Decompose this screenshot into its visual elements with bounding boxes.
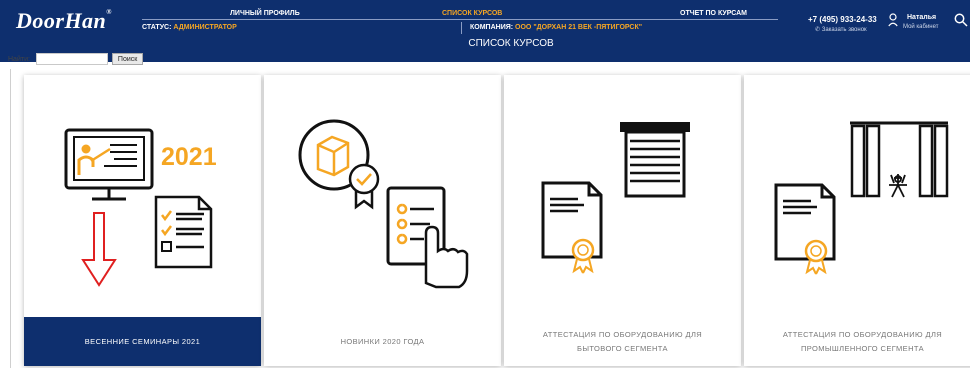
course-title[interactable]: Аттестация по оборудованию для промышлен… [744,317,970,366]
top-header: DoorHan® Личный профиль Список курсов От… [0,0,970,62]
nav-course-report[interactable]: Отчет по курсам [680,10,747,17]
course-card[interactable]: Аттестация по оборудованию для промышлен… [744,75,970,366]
page-title: Список курсов [468,38,554,49]
presentation-2021-icon: 2021 [64,128,217,287]
callback-link[interactable]: ✆ Заказать звонок [815,26,867,33]
status-value: Администратор [173,24,237,31]
course-card[interactable]: 2021 Весенние семинары 2021 [24,75,261,366]
callback-label: Заказать звонок [821,27,867,33]
status-label: Статус: [142,24,172,31]
company-label: Компания: [470,24,514,31]
nav-personal-profile[interactable]: Личный профиль [230,10,300,17]
search-bar: Найти: Поиск [8,52,144,66]
course-title[interactable]: Весенние семинары 2021 [24,317,261,366]
nav-course-list[interactable]: Список курсов [442,10,502,17]
industrial-doors-certificate-icon [774,121,949,275]
search-button[interactable]: Поиск [111,53,144,65]
company-line: Компания: ООО "Дорхан 21 век -Пятигорск" [461,22,642,34]
my-cabinet-link[interactable]: Мой кабинет [903,24,939,30]
phone-icon: ✆ [815,27,822,33]
residential-doors-certificate-icon [541,122,690,274]
course-card[interactable]: Новинки 2020 года [264,75,501,366]
phone-number[interactable]: +7 (495) 933-24-33 [808,15,877,24]
course-title[interactable]: Новинки 2020 года [264,317,501,366]
main-nav: Личный профиль Список курсов Отчет по ку… [142,10,778,20]
divider [10,69,11,368]
company-value: ООО "Дорхан 21 век -Пятигорск" [515,24,643,31]
new-products-icon [298,119,469,289]
course-card[interactable]: Аттестация по оборудованию для бытового … [504,75,741,366]
user-icon[interactable] [888,13,898,27]
course-title[interactable]: Аттестация по оборудованию для бытового … [504,317,741,366]
search-icon[interactable] [954,13,968,27]
status-line: Статус: Администратор [142,24,237,31]
user-name[interactable]: Наталья [907,14,936,21]
search-label: Найти: [8,55,30,63]
logo-text: DoorHan [16,8,107,33]
search-input[interactable] [35,53,108,65]
doorhan-logo[interactable]: DoorHan® [16,8,112,34]
year-label: 2021 [161,143,217,171]
